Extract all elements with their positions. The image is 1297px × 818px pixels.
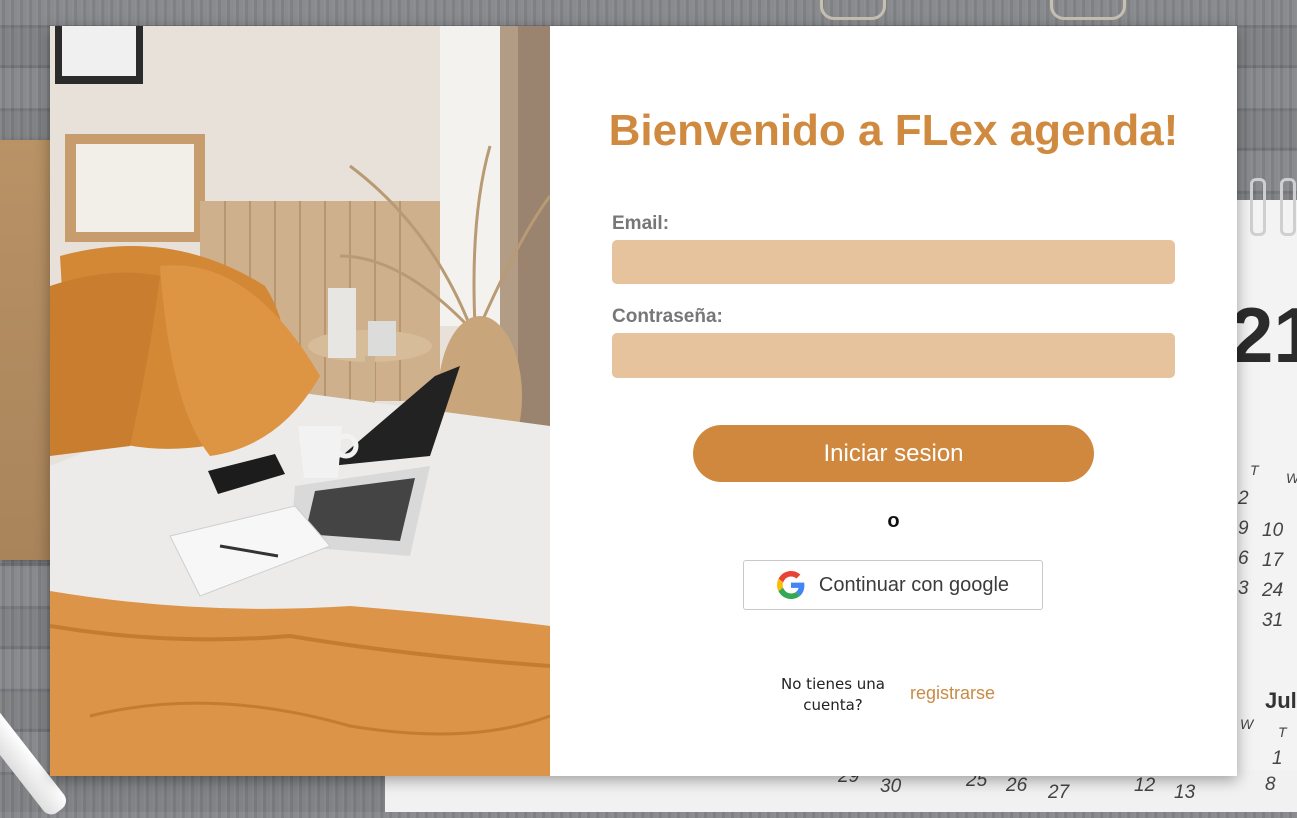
no-account-text: No tienes una cuenta? (781, 675, 885, 714)
bedroom-photo (50, 26, 550, 776)
page-title: Bienvenido a FLex agenda! (608, 106, 1179, 155)
calendar-days-column: 10 17 24 31 (1262, 520, 1284, 631)
google-button-label: Continuar con google (818, 573, 1010, 596)
calendar-day: 30 (880, 776, 902, 797)
calendar-day-header: W (1286, 470, 1297, 486)
login-button[interactable]: Iniciar sesion (693, 425, 1094, 482)
calendar-day: 26 (1006, 775, 1028, 796)
google-signin-button[interactable]: Continuar con google (743, 560, 1043, 610)
calendar-month-text: Jul (1265, 688, 1297, 713)
login-card: Bienvenido a FLex agenda! Email: Contras… (50, 26, 1237, 776)
or-separator: o (887, 510, 900, 532)
bedroom-illustration (50, 26, 550, 776)
google-icon (776, 571, 805, 599)
calendar-day: 8 (1265, 774, 1276, 795)
login-form: Bienvenido a FLex agenda! Email: Contras… (550, 26, 1237, 776)
calendar-day-header: W (1240, 716, 1254, 732)
calendar-day: 13 (1174, 782, 1196, 803)
calendar-year-text: 21 (1230, 291, 1297, 379)
calendar-day: 1 (1272, 748, 1283, 769)
paperclip-decoration (820, 0, 886, 20)
calendar-day-header: T (1250, 462, 1259, 478)
calendar-day: 27 (1048, 782, 1070, 803)
calendar-days-column: 2 9 6 3 (1238, 488, 1249, 599)
paperclip-decoration (1050, 0, 1126, 20)
password-label: Contraseña: (612, 306, 723, 327)
password-field[interactable] (612, 333, 1175, 378)
calendar-day-header: T (1278, 724, 1287, 740)
email-field[interactable] (612, 240, 1175, 284)
calendar-day: 12 (1134, 775, 1156, 796)
email-label: Email: (612, 213, 670, 234)
register-link[interactable]: registrarse (910, 683, 995, 704)
